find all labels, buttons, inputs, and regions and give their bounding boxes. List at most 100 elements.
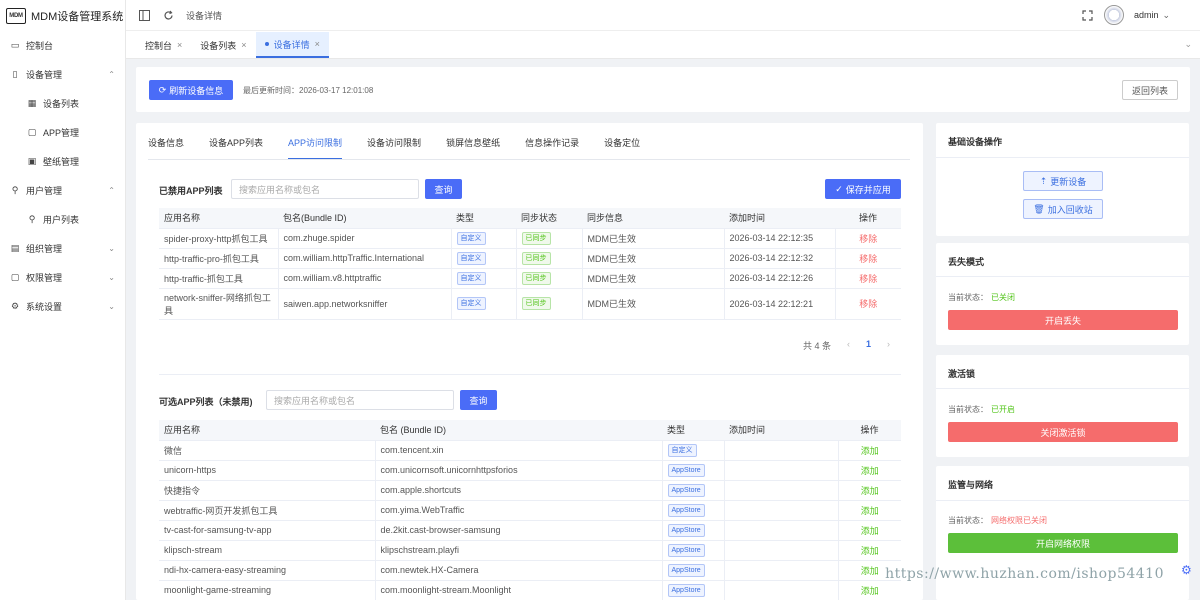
close-icon[interactable]: ×: [241, 40, 246, 50]
next-page-icon[interactable]: ›: [887, 339, 890, 352]
column-header: 操作: [860, 425, 879, 436]
tab[interactable]: 设备列表 ×: [191, 32, 255, 58]
sidebar-item[interactable]: ▭ 控制台: [0, 31, 125, 60]
add-button[interactable]: 添加: [861, 486, 879, 496]
detail-tab[interactable]: 设备APP列表: [209, 136, 263, 160]
sidebar-item[interactable]: ▢ 权限管理 ⌄: [0, 263, 125, 292]
column-header: 类型: [667, 425, 686, 436]
app-name: klipsch-stream: [164, 545, 223, 555]
sidebar-toggle-icon[interactable]: [138, 9, 150, 21]
disable-activation-lock-button[interactable]: 关闭激活锁: [948, 422, 1178, 442]
add-button[interactable]: 添加: [861, 546, 879, 556]
sync-status-badge: 已同步: [521, 297, 551, 310]
tab[interactable]: 控制台 ×: [136, 32, 191, 58]
chevron-icon: ⌃: [108, 70, 115, 79]
avatar[interactable]: [1103, 5, 1124, 25]
tabs-more-icon[interactable]: ⌄: [1184, 39, 1192, 50]
sidebar-item[interactable]: ▢ APP管理: [0, 118, 125, 147]
user-name[interactable]: admin: [1134, 10, 1159, 20]
sidebar-item[interactable]: ⚙ 系统设置 ⌄: [0, 292, 125, 321]
sidebar-item[interactable]: ▯ 设备管理 ⌃: [0, 60, 125, 89]
detail-tab[interactable]: 设备定位: [604, 136, 640, 160]
chevron-icon: ⌄: [108, 273, 115, 282]
prev-page-icon[interactable]: ‹: [847, 339, 850, 352]
settings-float-icon[interactable]: ⚙: [1181, 563, 1192, 577]
refresh-icon: ⟳: [158, 84, 167, 95]
added-time: 2026-03-14 22:12:32: [729, 253, 814, 263]
tab-label: 设备列表: [200, 40, 237, 51]
enable-lost-mode-button[interactable]: 开启丢失: [948, 310, 1178, 330]
detail-tab[interactable]: 设备访问限制: [367, 136, 421, 160]
column-header: 类型: [456, 213, 475, 224]
table-row: spider-proxy-http抓包工具 com.zhuge.spider 自定义…: [159, 228, 901, 249]
detail-tab[interactable]: 信息操作记录: [525, 136, 579, 160]
add-button[interactable]: 添加: [861, 466, 879, 476]
remove-button[interactable]: 移除: [859, 274, 877, 284]
remove-button[interactable]: 移除: [859, 234, 877, 244]
sidebar-item-label: 壁纸管理: [43, 157, 80, 167]
lock-icon: ▢: [10, 272, 20, 282]
refresh-device-button[interactable]: ⟳ 刷新设备信息: [149, 80, 233, 100]
network-status-value: 网络权限已关闭: [991, 516, 1047, 525]
sidebar-menu: ▭ 控制台 ▯ 设备管理 ⌃ ▦ 设备列表 ▢ APP管理 ▣ 壁纸管理 ⚲ 用户管理 ⌃ ⚲ 用户列表 ▤ 组织…: [0, 31, 125, 321]
detail-tab[interactable]: 设备信息: [148, 136, 184, 160]
banned-search-input[interactable]: 搜索应用名称或包名: [231, 179, 419, 199]
basic-ops-title: 基础设备操作: [948, 137, 1003, 147]
detail-tab[interactable]: APP访问限制: [288, 136, 343, 160]
sync-info: MDM已生效: [587, 273, 637, 284]
chevron-down-icon[interactable]: ⌄: [1162, 10, 1170, 21]
recycle-label: 加入回收站: [1047, 204, 1093, 215]
save-apply-button[interactable]: ✓ 保存并应用: [825, 179, 901, 199]
app-logo[interactable]: MDM MDM设备管理系统: [0, 0, 125, 31]
tablet-icon: ▯: [12, 69, 18, 79]
back-to-list-button[interactable]: 返回列表: [1122, 80, 1178, 100]
banned-search-button[interactable]: 查询: [425, 179, 462, 199]
save-apply-label: 保存并应用: [845, 184, 891, 195]
page-number[interactable]: 1: [866, 339, 871, 352]
update-device-button[interactable]: ⇡ 更新设备: [1023, 171, 1103, 191]
sidebar-item[interactable]: ▣ 壁纸管理: [0, 147, 125, 176]
activation-status-label: 当前状态：: [948, 405, 988, 414]
sidebar-item-label: APP管理: [43, 128, 80, 138]
add-button[interactable]: 添加: [861, 586, 879, 596]
fullscreen-icon[interactable]: [1082, 9, 1094, 21]
refresh-icon[interactable]: [162, 9, 174, 21]
remove-button[interactable]: 移除: [859, 299, 877, 309]
close-icon[interactable]: ×: [315, 39, 320, 49]
column-header: 添加时间: [729, 213, 766, 224]
sync-status-badge: 已同步: [521, 231, 551, 245]
update-device-label: 更新设备: [1050, 176, 1087, 187]
page-tabs: 控制台 × 设备列表 × 设备详情 × ⌄: [126, 31, 1200, 59]
tab[interactable]: 设备详情 ×: [255, 32, 329, 58]
add-button[interactable]: 添加: [861, 446, 879, 456]
sidebar-item[interactable]: ▤ 组织管理 ⌄: [0, 234, 125, 263]
detail-tab[interactable]: 锁屏信息壁纸: [446, 136, 500, 160]
type-badge: AppStore: [667, 583, 705, 597]
table-row: http-traffic-pro-抓包工具 com.william.httpTra…: [159, 248, 901, 269]
type-badge: 自定义: [456, 271, 486, 285]
type-badge: AppStore: [667, 543, 705, 557]
add-button[interactable]: 添加: [861, 526, 879, 536]
add-button[interactable]: 添加: [861, 566, 879, 576]
enable-network-button[interactable]: 开启网络权限: [948, 533, 1178, 553]
available-search-button[interactable]: 查询: [460, 390, 497, 410]
app-name: spider-proxy-http抓包工具: [164, 233, 268, 244]
sync-status-badge: 已同步: [521, 271, 551, 285]
close-icon[interactable]: ×: [177, 40, 182, 50]
sidebar-item[interactable]: ⚲ 用户管理 ⌃: [0, 176, 125, 205]
remove-button[interactable]: 移除: [859, 254, 877, 264]
monitor-icon: ▭: [10, 40, 20, 50]
tabs-divider: [148, 159, 910, 160]
sidebar-item[interactable]: ▦ 设备列表: [0, 89, 125, 118]
app-name: webtraffic-网页开发抓包工具: [164, 505, 278, 516]
section-divider: [159, 374, 901, 375]
sidebar-item[interactable]: ⚲ 用户列表: [0, 205, 125, 234]
available-list-title: 可选APP列表（未禁用): [159, 397, 253, 407]
add-button[interactable]: 添加: [861, 506, 879, 516]
watermark: https://www.huzhan.com/ishop54410: [885, 566, 1164, 582]
available-search-input[interactable]: 搜索应用名称或包名: [266, 390, 454, 410]
banned-list-title: 已禁用APP列表: [159, 186, 223, 196]
bundle-id: klipschstream.playfi: [380, 545, 460, 555]
recycle-button[interactable]: 🗑 加入回收站: [1023, 199, 1103, 219]
column-header: 包名 (Bundle ID): [380, 425, 447, 436]
